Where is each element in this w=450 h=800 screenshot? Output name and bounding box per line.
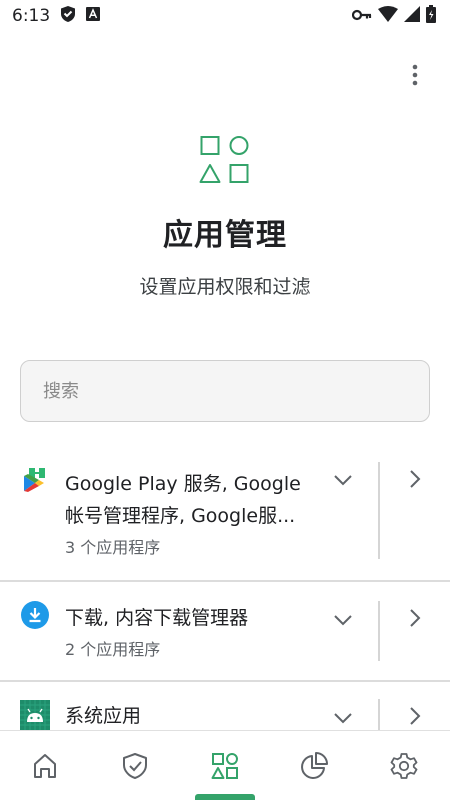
nav-home-button[interactable] [30, 751, 60, 781]
nav-settings-button[interactable] [389, 751, 419, 781]
pie-chart-icon [301, 752, 328, 779]
battery-icon [426, 4, 436, 28]
home-icon [34, 754, 56, 778]
vpn-key-icon [351, 6, 372, 26]
google-play-services-icon [23, 464, 47, 492]
page-title: 应用管理 [163, 218, 287, 253]
app-group-row-download[interactable]: 下载, 内容下载管理器 2 个应用程序 [0, 581, 450, 680]
shield-check-icon [123, 753, 147, 779]
app-group-title-line1: 下载, 内容下载管理器 [65, 607, 249, 629]
app-group-count: 3 个应用程序 [65, 538, 161, 557]
download-manager-icon [21, 601, 49, 629]
app-group-title-line1: Google Play 服务, Google [65, 473, 301, 495]
nav-apps-button[interactable] [210, 751, 240, 781]
expand-chevron-down-icon[interactable] [332, 469, 354, 491]
status-time: 6:13 [12, 6, 51, 26]
more-vert-icon [412, 64, 418, 86]
active-tab-indicator [195, 794, 255, 800]
app-group-text: 下载, 内容下载管理器 2 个应用程序 [65, 602, 325, 664]
app-notification-icon [86, 6, 101, 26]
app-group-list[interactable]: Google Play 服务, Google 帐号管理程序, Google服..… [0, 440, 450, 730]
wifi-icon [378, 5, 398, 27]
app-group-row-google[interactable]: Google Play 服务, Google 帐号管理程序, Google服..… [0, 440, 450, 580]
row-divider-vertical [378, 601, 380, 661]
open-chevron-right-icon[interactable] [405, 705, 425, 727]
search-box[interactable] [20, 360, 430, 422]
open-chevron-right-icon[interactable] [405, 607, 425, 629]
app-group-row-system[interactable]: 系统应用 [0, 681, 450, 730]
signal-icon [404, 5, 420, 27]
expand-chevron-down-icon[interactable] [332, 609, 354, 631]
more-options-button[interactable] [402, 62, 428, 88]
app-group-text: 系统应用 [65, 700, 325, 730]
app-group-title-line2: 帐号管理程序, Google服... [65, 505, 296, 527]
page-subtitle: 设置应用权限和过滤 [139, 276, 311, 298]
row-divider-vertical [378, 699, 380, 730]
app-group-count: 2 个应用程序 [65, 640, 161, 659]
app-management-icon [199, 134, 251, 186]
search-input[interactable] [41, 379, 405, 403]
app-group-title-line1: 系统应用 [65, 705, 142, 727]
bottom-navigation [0, 730, 450, 800]
row-divider-vertical [378, 462, 380, 559]
status-bar: 6:13 [0, 0, 450, 32]
app-group-text: Google Play 服务, Google 帐号管理程序, Google服..… [65, 468, 325, 562]
gear-icon [390, 753, 418, 779]
nav-statistics-button[interactable] [299, 751, 329, 781]
shield-notification-icon [60, 5, 76, 28]
nav-protection-button[interactable] [120, 751, 150, 781]
android-system-icon [20, 700, 50, 730]
apps-shapes-icon [211, 753, 238, 779]
open-chevron-right-icon[interactable] [405, 468, 425, 490]
expand-chevron-down-icon[interactable] [332, 707, 354, 729]
